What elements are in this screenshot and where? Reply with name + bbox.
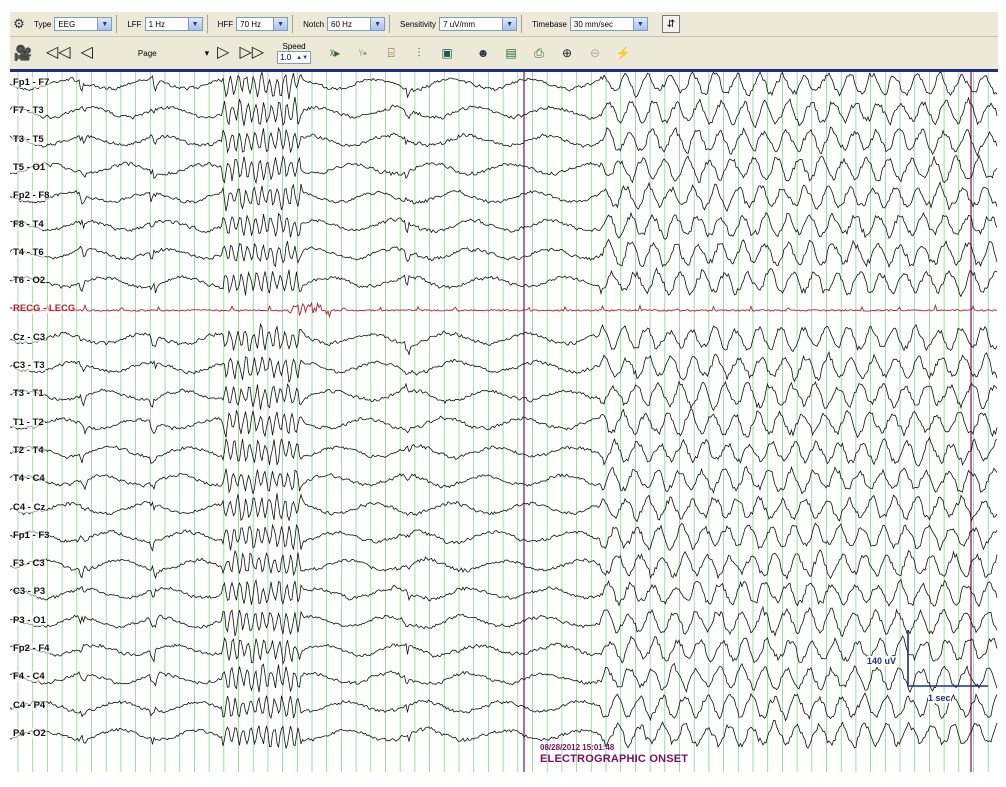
lff-select[interactable]: 1 Hz ▼ bbox=[144, 17, 203, 31]
settings-toolbar: ⚙ Type EEG ▼ LFF 1 Hz ▼ HFF 70 Hz ▼ Notc… bbox=[10, 12, 998, 37]
channel-label: C4 - Cz bbox=[12, 501, 47, 513]
monitor-icon[interactable]: ▣ bbox=[437, 43, 457, 63]
calibration-time: 1 sec bbox=[928, 693, 951, 703]
toolbar-divider bbox=[116, 15, 118, 33]
hff-select[interactable]: 70 Hz ▼ bbox=[236, 17, 289, 31]
fast-forward-icon[interactable]: ▷▷ bbox=[239, 45, 264, 61]
chevron-down-icon[interactable]: ▼ bbox=[502, 18, 517, 30]
sensitivity-label: Sensitivity bbox=[400, 19, 437, 29]
channels-icon[interactable]: ⫶ bbox=[409, 43, 429, 63]
step-forward-icon[interactable]: ▷ bbox=[217, 45, 229, 61]
channel-label: C3 - P3 bbox=[12, 586, 47, 598]
channel-label: F3 - C3 bbox=[12, 558, 46, 570]
calibration-bracket bbox=[907, 630, 988, 687]
x-axis-marker-icon[interactable]: ᵡ▸ bbox=[325, 43, 345, 63]
patient-icon[interactable]: ☻ bbox=[473, 43, 493, 63]
channel-label: F8 - T4 bbox=[12, 218, 45, 230]
channel-label: Fp1 - F7 bbox=[12, 77, 51, 88]
video-camera-icon[interactable]: 🎥 bbox=[14, 44, 33, 62]
toolbar-divider bbox=[389, 15, 391, 33]
hff-label: HFF bbox=[217, 19, 234, 29]
type-value: EEG bbox=[58, 19, 76, 29]
chevron-down-icon[interactable]: ▼ bbox=[273, 18, 288, 30]
channel-label: P3 - O1 bbox=[12, 614, 47, 626]
channel-label: T4 - C4 bbox=[12, 473, 46, 485]
channel-label: Cz - C3 bbox=[12, 331, 47, 343]
annotation-icon[interactable]: ⌸ bbox=[381, 43, 401, 63]
page-label: Page bbox=[137, 48, 157, 58]
channel-label: T3 - T5 bbox=[12, 133, 45, 145]
navigation-toolbar: 🎥 ◁◁ ◁ Page ▾ ▷ ▷▷ Speed 1.0 ▲▼ ᵡ▸ ᵞ▪ ⌸ … bbox=[10, 37, 998, 69]
step-back-icon[interactable]: ◁ bbox=[81, 45, 93, 61]
spin-arrows-icon[interactable]: ▲▼ bbox=[296, 55, 308, 61]
channel-label: F7 - T3 bbox=[12, 105, 45, 117]
channel-label: T4 - T6 bbox=[12, 246, 45, 258]
eeg-traces[interactable] bbox=[10, 72, 998, 772]
eeg-viewer-window: ⚙ Type EEG ▼ LFF 1 Hz ▼ HFF 70 Hz ▼ Notc… bbox=[0, 0, 1006, 787]
channel-label: F4 - C4 bbox=[12, 671, 46, 683]
toolbar-divider bbox=[521, 15, 523, 33]
speed-control[interactable]: Speed 1.0 ▲▼ bbox=[277, 42, 312, 64]
timebase-value: 30 mm/sec bbox=[573, 19, 614, 29]
chevron-down-icon[interactable]: ▼ bbox=[97, 18, 112, 30]
channel-label: RECG - LECG bbox=[12, 303, 77, 315]
notch-select[interactable]: 60 Hz ▼ bbox=[327, 17, 386, 31]
event-marker-icon[interactable]: ⚡ bbox=[613, 43, 633, 63]
channel-label: C3 - T3 bbox=[12, 360, 46, 371]
refresh-icon[interactable]: ⇵ bbox=[661, 15, 680, 33]
eeg-trace-panel[interactable]: Fp1 - F7 F7 - T3 T3 - T5 T5 - O1 Fp2 - F8 F8 … bbox=[10, 72, 998, 772]
chevron-down-icon[interactable]: ▼ bbox=[187, 18, 202, 30]
rewind-icon[interactable]: ◁◁ bbox=[46, 45, 71, 61]
speed-stepper[interactable]: 1.0 ▲▼ bbox=[277, 51, 312, 64]
onset-annotation: ELECTROGRAPHIC ONSET bbox=[540, 753, 689, 765]
speed-value: 1.0 bbox=[280, 53, 292, 62]
timebase-label: Timebase bbox=[532, 19, 567, 29]
channel-label: P4 - O2 bbox=[12, 727, 47, 739]
toolbar-divider bbox=[206, 15, 208, 33]
montage-icon[interactable]: ⚙ bbox=[10, 15, 28, 33]
notch-label: Notch bbox=[303, 19, 325, 29]
channel-label: T1 - T2 bbox=[12, 416, 45, 428]
chevron-down-icon[interactable]: ▼ bbox=[632, 18, 647, 30]
channel-label: Fp2 - F8 bbox=[12, 190, 51, 202]
hff-value: 70 Hz bbox=[240, 19, 262, 29]
channel-label: C4 - P4 bbox=[12, 699, 47, 711]
channel-label: Fp1 - F3 bbox=[12, 529, 51, 541]
sensitivity-value: 7 uV/mm bbox=[443, 19, 476, 29]
notch-value: 60 Hz bbox=[331, 19, 352, 29]
channel-label: T6 - O2 bbox=[12, 275, 47, 287]
page-dropdown-icon[interactable]: ▾ bbox=[205, 48, 210, 59]
channel-label: T3 - T1 bbox=[12, 388, 45, 400]
channel-label: T2 - T4 bbox=[12, 444, 45, 456]
channel-label: T5 - O1 bbox=[12, 161, 47, 173]
y-axis-marker-icon[interactable]: ᵞ▪ bbox=[353, 43, 373, 63]
calibration-amplitude: 140 uV bbox=[867, 656, 897, 666]
print-icon[interactable]: ⎙ bbox=[529, 43, 549, 63]
toolbar-divider bbox=[292, 15, 294, 33]
onset-timestamp: 08/28/2012 15:01:48 bbox=[540, 743, 615, 752]
type-select[interactable]: EEG ▼ bbox=[54, 17, 113, 31]
timebase-select[interactable]: 30 mm/sec ▼ bbox=[569, 17, 648, 31]
type-label: Type bbox=[34, 19, 52, 29]
zoom-out-icon: ⊖ bbox=[590, 46, 601, 60]
zoom-in-icon[interactable]: ⊕ bbox=[557, 43, 577, 63]
chevron-down-icon[interactable]: ▼ bbox=[370, 18, 385, 30]
channel-label: Fp2 - F4 bbox=[12, 643, 51, 654]
lff-label: LFF bbox=[127, 19, 142, 29]
lff-value: 1 Hz bbox=[148, 19, 166, 29]
report-icon[interactable]: ▤ bbox=[501, 43, 521, 63]
speed-label: Speed bbox=[282, 42, 306, 51]
sensitivity-select[interactable]: 7 uV/mm ▼ bbox=[439, 17, 518, 31]
